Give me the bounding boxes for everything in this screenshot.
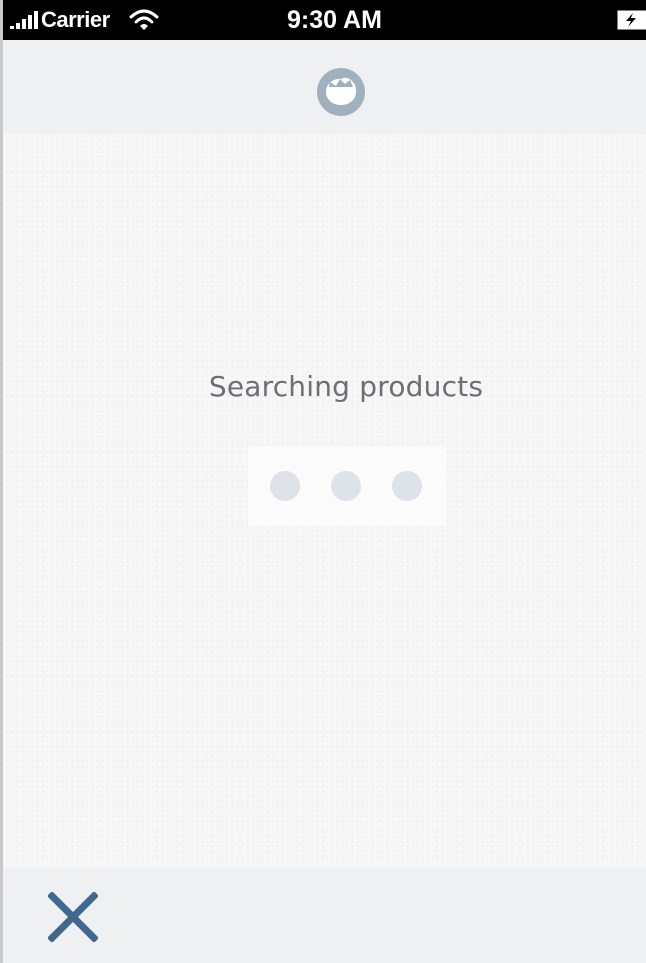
app-screen: Carrier 9:30 AM Searching products: [0, 0, 646, 963]
nav-header: [0, 40, 646, 134]
status-bar: Carrier 9:30 AM: [0, 0, 646, 40]
loading-indicator: [248, 446, 446, 526]
close-button[interactable]: [40, 882, 120, 962]
loading-dot: [392, 471, 422, 501]
loading-dot: [331, 471, 361, 501]
loading-dot: [270, 471, 300, 501]
bottom-toolbar: [0, 868, 646, 963]
main-content: Searching products: [0, 134, 646, 868]
battery-charging-icon: [617, 10, 646, 30]
close-icon: [48, 892, 98, 942]
app-logo-icon[interactable]: [317, 68, 365, 116]
carrier-name: Carrier: [41, 7, 110, 32]
screen-edge: [0, 0, 3, 963]
status-time: 9:30 AM: [287, 6, 382, 34]
signal-bars-icon: [10, 11, 38, 29]
wifi-icon: [129, 9, 159, 30]
searching-status-text: Searching products: [208, 370, 484, 403]
